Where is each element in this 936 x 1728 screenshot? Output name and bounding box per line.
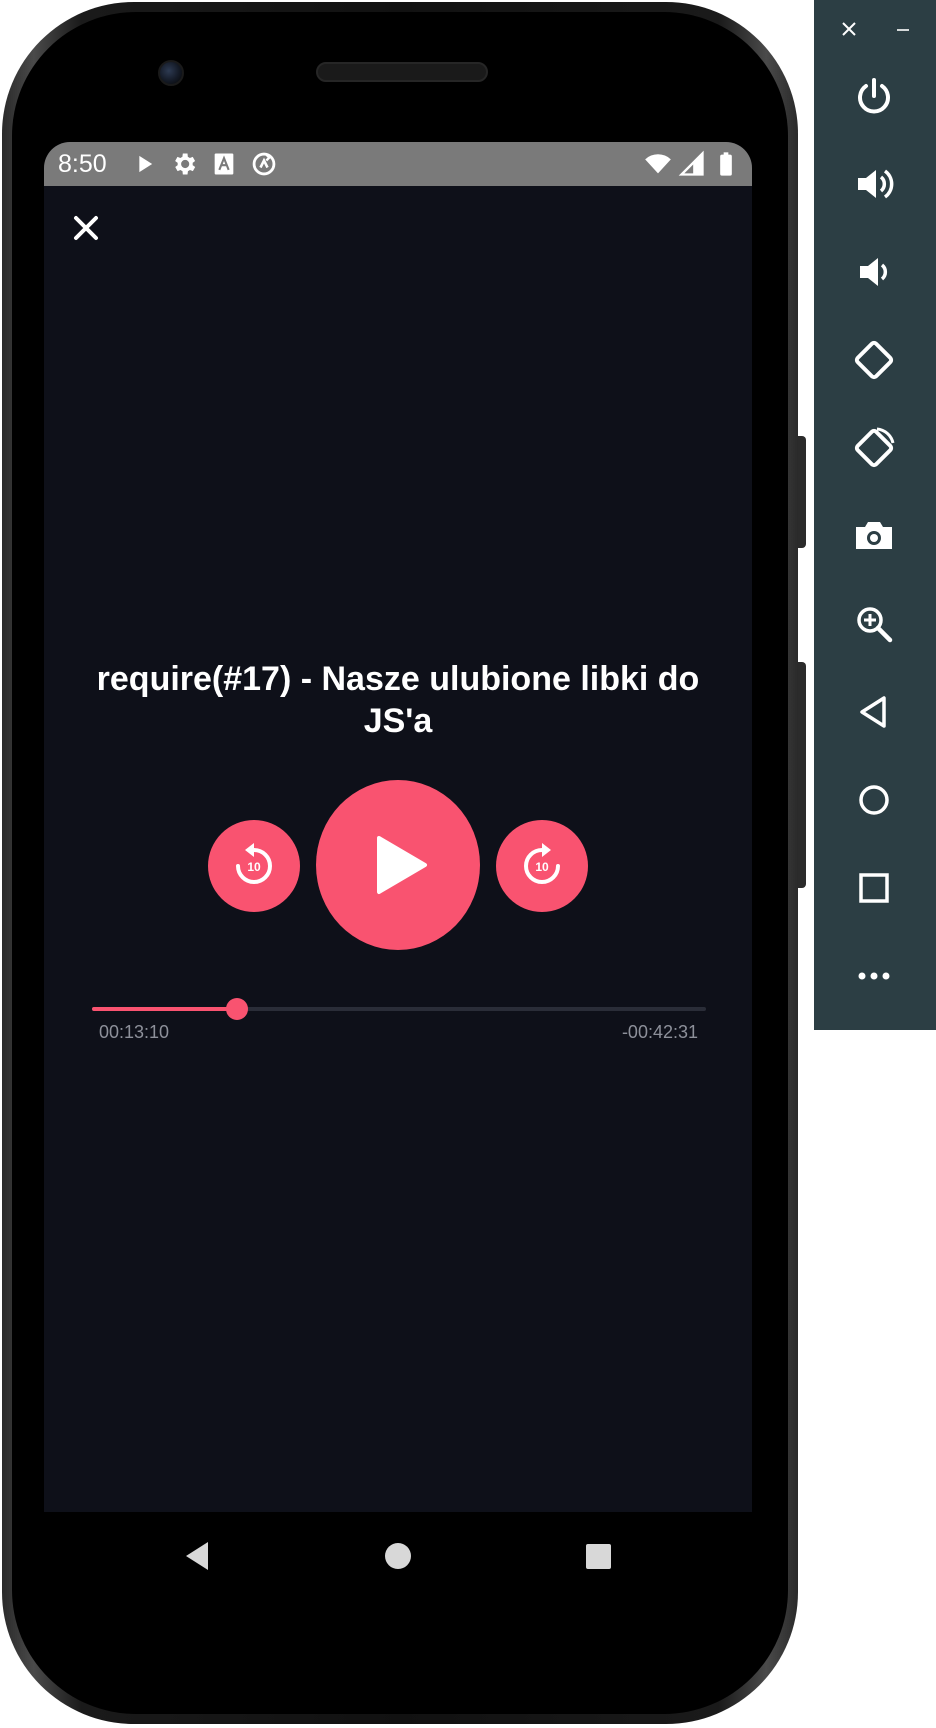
forward-10-icon: 10 [524, 843, 560, 884]
emulator-overview-button[interactable] [846, 860, 902, 916]
seek-thumb[interactable] [225, 998, 248, 1020]
seek-fill [92, 1007, 237, 1011]
back-icon [860, 696, 886, 728]
remaining-time: -00:42:31 [621, 1022, 698, 1042]
play-icon [139, 155, 153, 173]
android-nav-bar [44, 1512, 752, 1598]
home-icon [859, 785, 889, 815]
episode-title: require(#17) - Nasze ulubione libki do J… [96, 660, 700, 740]
status-time: 8:50 [58, 150, 107, 178]
emulator-home-button[interactable] [846, 772, 902, 828]
signal-icon [678, 150, 704, 176]
emulator-volume-down-button[interactable] [846, 244, 902, 300]
phone-power-key [798, 436, 806, 548]
rewind-seconds-label: 10 [247, 860, 261, 874]
emulator-more-button[interactable] [846, 948, 902, 1004]
rotate-right-icon [854, 427, 895, 468]
nav-back-icon[interactable] [174, 1532, 222, 1580]
emulator-window-controls [814, 14, 936, 44]
forward-10-button[interactable]: 10 [496, 820, 588, 912]
font-icon [214, 153, 234, 175]
rewind-10-icon: 10 [236, 843, 272, 884]
rotate-left-icon [854, 340, 894, 380]
emulator-minimize-icon[interactable] [894, 20, 912, 38]
status-notification-icons [130, 150, 278, 178]
emulator-toolbar [814, 0, 936, 1030]
forward-seconds-label: 10 [535, 860, 549, 874]
emulator-rotate-left-button[interactable] [846, 332, 902, 388]
emulator-volume-up-button[interactable] [846, 156, 902, 212]
status-bar: 8:50 [44, 142, 752, 186]
camera-icon [856, 522, 892, 549]
more-icon [858, 972, 890, 980]
emulator-close-icon[interactable] [840, 20, 858, 38]
emulator-rotate-right-button[interactable] [846, 420, 902, 476]
nav-overview-icon[interactable] [574, 1532, 622, 1580]
overview-icon [859, 873, 889, 903]
volume-up-icon [858, 169, 894, 199]
emulator-back-button[interactable] [846, 684, 902, 740]
battery-icon [720, 152, 732, 176]
close-button[interactable] [64, 206, 108, 250]
earpiece-speaker [316, 62, 488, 82]
seek-slider[interactable] [92, 994, 706, 1024]
play-icon [377, 836, 427, 894]
sync-icon [252, 152, 276, 176]
zoom-icon [857, 607, 893, 643]
wifi-icon [645, 154, 671, 174]
nav-home-icon[interactable] [374, 1532, 422, 1580]
volume-down-icon [860, 258, 888, 286]
power-icon [858, 78, 890, 114]
playback-controls: 10 10 [44, 780, 752, 950]
app-screen: 8:50 require(#17) - Nasze ulubione libki… [44, 142, 752, 1512]
gear-icon [175, 153, 196, 175]
phone-volume-key [798, 662, 806, 888]
play-button[interactable] [316, 780, 480, 950]
emulator-zoom-button[interactable] [846, 596, 902, 652]
front-camera [158, 60, 184, 86]
elapsed-time: 00:13:10 [99, 1022, 170, 1042]
emulator-power-button[interactable] [846, 68, 902, 124]
emulator-screenshot-button[interactable] [846, 508, 902, 564]
status-system-icons [644, 150, 740, 178]
rewind-10-button[interactable]: 10 [208, 820, 300, 912]
